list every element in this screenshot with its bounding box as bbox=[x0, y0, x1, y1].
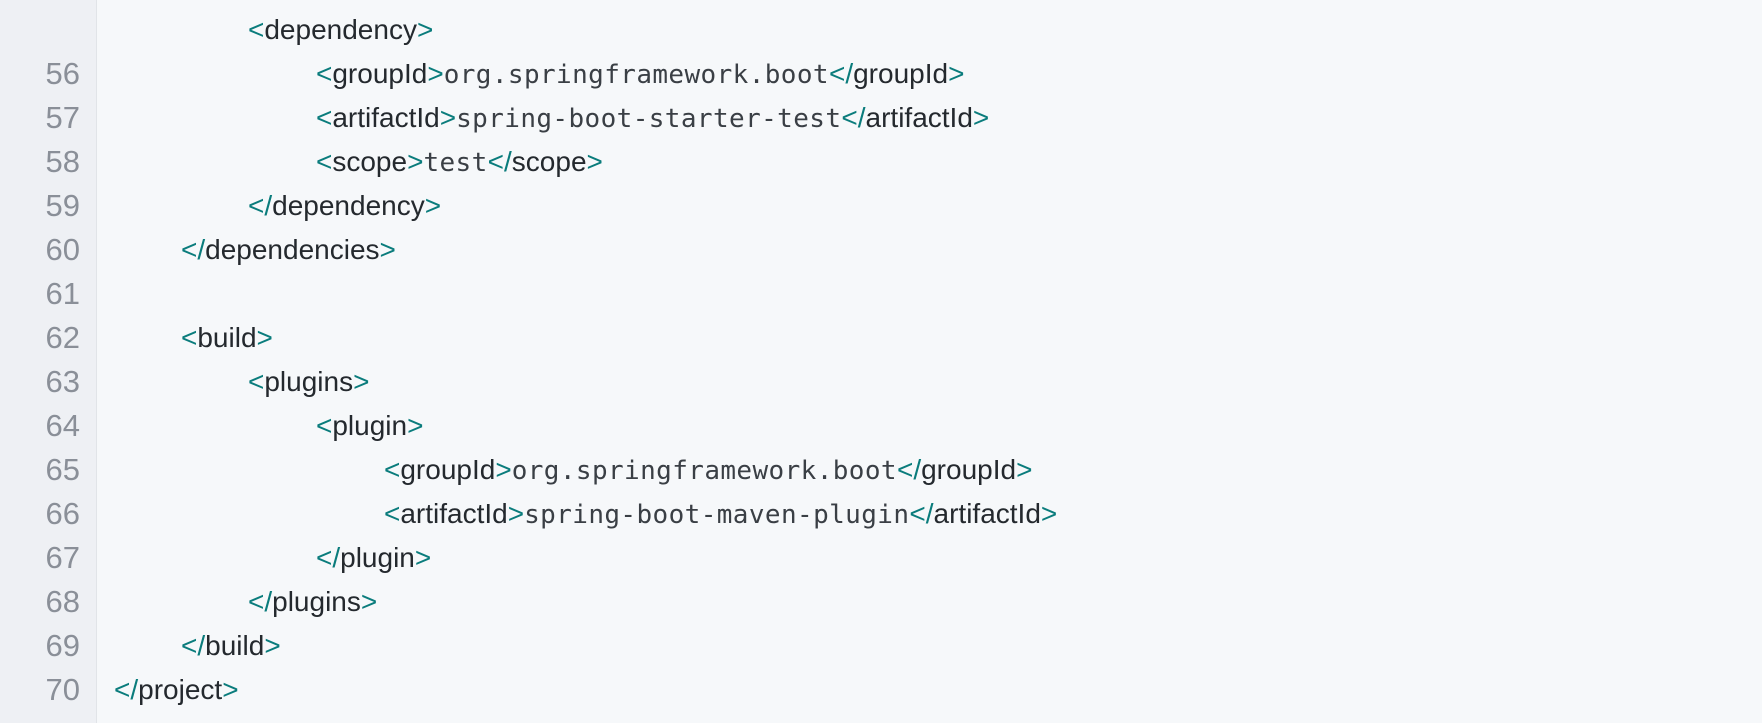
tag-bracket-close: > bbox=[414, 542, 432, 573]
tag-value: spring-boot-starter-test bbox=[456, 104, 842, 134]
tag-bracket-close: > bbox=[1040, 498, 1058, 529]
tag-bracket-close: > bbox=[439, 102, 457, 133]
tag-name: artifactId bbox=[332, 102, 440, 133]
tag-bracket-close: > bbox=[586, 146, 603, 177]
code-editor[interactable]: 56 <dependency> 57 <groupId>org.springfr… bbox=[0, 0, 1762, 723]
code-lines: 56 <dependency> 57 <groupId>org.springfr… bbox=[0, 8, 1762, 723]
code-content: <groupId>org.springframework.boot</group… bbox=[384, 448, 1032, 493]
tag-bracket-close: > bbox=[1016, 454, 1033, 485]
code-line[interactable]: 66 <groupId>org.springframework.boot</gr… bbox=[0, 448, 1762, 531]
tag-name: plugins bbox=[272, 586, 361, 617]
code-line[interactable]: 71 </project> bbox=[0, 668, 1762, 723]
code-line[interactable]: 61 </dependencies> bbox=[0, 228, 1762, 311]
tag-name: plugin bbox=[340, 542, 415, 573]
tag-bracket-open: < bbox=[384, 454, 401, 485]
tag-value: org.springframework.boot bbox=[443, 60, 829, 90]
code-content: </plugin> bbox=[316, 536, 431, 580]
code-content: <scope>test</scope> bbox=[316, 140, 603, 185]
tag-name: project bbox=[138, 674, 223, 705]
tag-bracket-open: </ bbox=[114, 674, 139, 705]
tag-bracket-close: > bbox=[507, 498, 525, 529]
tag-name: plugins bbox=[264, 366, 354, 397]
code-content: <artifactId>spring-boot-starter-test</ar… bbox=[316, 96, 989, 141]
tag-bracket-close: > bbox=[427, 58, 444, 89]
tag-bracket-close: > bbox=[948, 58, 965, 89]
code-content: </project> bbox=[114, 668, 239, 712]
tag-bracket-close: > bbox=[256, 322, 273, 353]
tag-bracket-open: < bbox=[181, 322, 198, 353]
tag-bracket-close: > bbox=[360, 586, 378, 617]
tag-bracket-open: </ bbox=[487, 146, 512, 177]
tag-bracket-open: < bbox=[316, 410, 333, 441]
tag-name: dependency bbox=[272, 190, 425, 221]
tag-name: artifactId bbox=[865, 102, 973, 133]
tag-name: groupId bbox=[332, 58, 428, 89]
tag-name: groupId bbox=[921, 454, 1017, 485]
tag-bracket-open: </ bbox=[896, 454, 922, 485]
tag-bracket-open: < bbox=[248, 366, 265, 397]
code-line[interactable]: 59 <scope>test</scope> bbox=[0, 140, 1762, 223]
tag-bracket-close: > bbox=[222, 674, 239, 705]
tag-bracket-close: > bbox=[264, 630, 281, 661]
tag-name: groupId bbox=[400, 454, 496, 485]
code-line[interactable]: 68 </plugin> bbox=[0, 536, 1762, 619]
tag-name: build bbox=[205, 630, 265, 661]
tag-bracket-open: </ bbox=[316, 542, 341, 573]
tag-bracket-close: > bbox=[972, 102, 990, 133]
tag-bracket-open: </ bbox=[841, 102, 866, 133]
tag-value: spring-boot-maven-plugin bbox=[524, 500, 910, 530]
tag-name: groupId bbox=[853, 58, 949, 89]
code-line[interactable]: 65 <plugin> bbox=[0, 404, 1762, 487]
tag-bracket-close: > bbox=[416, 14, 434, 45]
code-line[interactable]: 67 <artifactId>spring-boot-maven-plugin<… bbox=[0, 492, 1762, 575]
tag-name: plugin bbox=[332, 410, 408, 441]
tag-value: org.springframework.boot bbox=[511, 456, 897, 486]
code-content: </build> bbox=[181, 624, 281, 668]
tag-name: artifactId bbox=[400, 498, 508, 529]
code-line[interactable]: 62 bbox=[0, 272, 1762, 355]
code-content: <groupId>org.springframework.boot</group… bbox=[316, 52, 964, 97]
code-line[interactable]: 64 <plugins> bbox=[0, 360, 1762, 443]
code-content: <plugins> bbox=[248, 360, 369, 404]
tag-name: dependency bbox=[264, 14, 417, 45]
tag-bracket-open: </ bbox=[909, 498, 934, 529]
tag-bracket-close: > bbox=[407, 410, 424, 441]
tag-bracket-open: < bbox=[316, 102, 333, 133]
line-number: 71 bbox=[0, 712, 80, 723]
code-line[interactable]: 70 </build> bbox=[0, 624, 1762, 707]
tag-name: scope bbox=[332, 146, 408, 177]
tag-bracket-close: > bbox=[407, 146, 424, 177]
code-line[interactable]: 69 </plugins> bbox=[0, 580, 1762, 663]
tag-bracket-open: </ bbox=[181, 630, 206, 661]
code-content: </dependency> bbox=[248, 184, 441, 228]
code-line[interactable]: 60 </dependency> bbox=[0, 184, 1762, 267]
code-content: </plugins> bbox=[248, 580, 377, 624]
code-line[interactable]: 58 <artifactId>spring-boot-starter-test<… bbox=[0, 96, 1762, 179]
tag-bracket-close: > bbox=[424, 190, 442, 221]
tag-bracket-open: </ bbox=[248, 586, 273, 617]
tag-name: dependencies bbox=[205, 234, 380, 265]
code-content: <build> bbox=[181, 316, 273, 360]
tag-bracket-close: > bbox=[379, 234, 396, 265]
code-line[interactable]: 57 <groupId>org.springframework.boot</gr… bbox=[0, 52, 1762, 135]
tag-value: test bbox=[423, 148, 488, 178]
tag-bracket-open: </ bbox=[828, 58, 854, 89]
tag-bracket-close: > bbox=[495, 454, 512, 485]
code-line[interactable]: 63 <build> bbox=[0, 316, 1762, 399]
tag-bracket-open: < bbox=[316, 58, 333, 89]
code-content: <dependency> bbox=[248, 8, 433, 52]
code-line[interactable]: 56 <dependency> bbox=[0, 8, 1762, 91]
tag-name: build bbox=[197, 322, 257, 353]
tag-bracket-open: < bbox=[248, 14, 265, 45]
tag-bracket-open: </ bbox=[248, 190, 273, 221]
tag-name: scope bbox=[511, 146, 587, 177]
tag-name: artifactId bbox=[933, 498, 1041, 529]
code-content: <plugin> bbox=[316, 404, 423, 448]
tag-bracket-open: < bbox=[316, 146, 333, 177]
tag-bracket-open: < bbox=[384, 498, 401, 529]
tag-bracket-close: > bbox=[353, 366, 370, 397]
code-content: <artifactId>spring-boot-maven-plugin</ar… bbox=[384, 492, 1057, 537]
tag-bracket-open: </ bbox=[181, 234, 206, 265]
code-content: </dependencies> bbox=[181, 228, 396, 272]
